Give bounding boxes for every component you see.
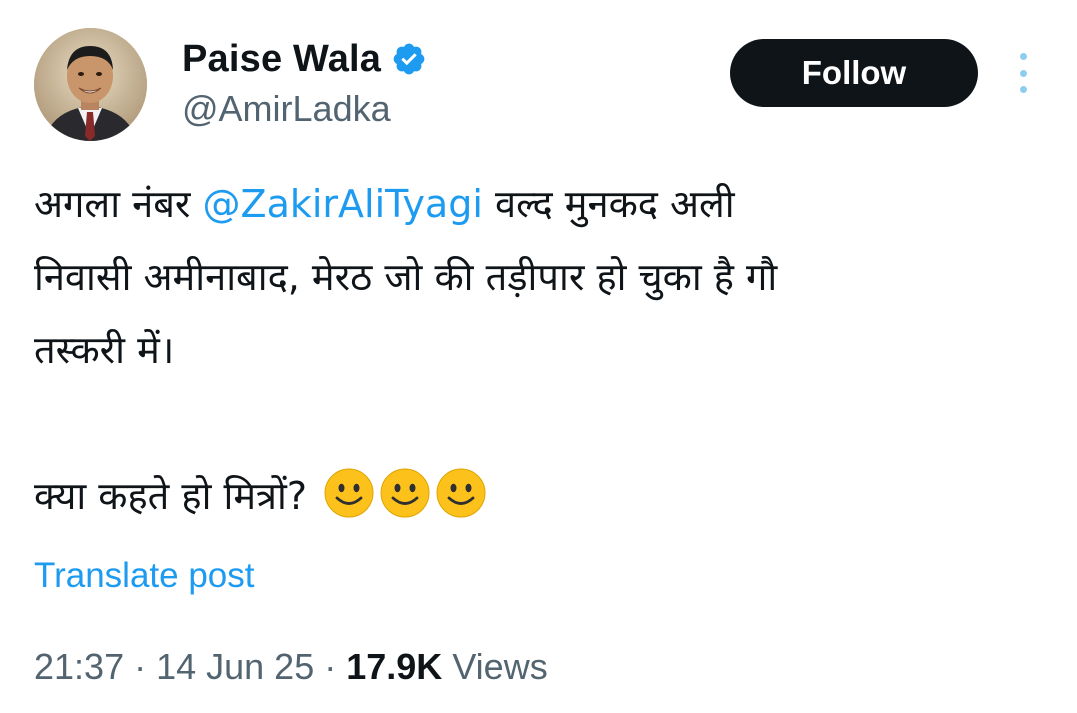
tweet-card: Paise Wala @AmirLadka Follow अगला नंबर @…: [0, 0, 1077, 713]
tweet-line-3: तस्करी में।: [34, 328, 175, 372]
follow-button[interactable]: Follow: [730, 39, 978, 107]
author-avatar[interactable]: [34, 28, 147, 141]
translate-post-link[interactable]: Translate post: [34, 556, 254, 596]
tweet-text-segment: वल्द मुनकद अली: [482, 182, 735, 226]
slightly-smiling-face-emoji-icon: [435, 467, 487, 519]
slightly-smiling-face-emoji-icon: [379, 467, 431, 519]
avatar-photo-icon: [34, 28, 147, 141]
tweet-text: अगला नंबर @ZakirAliTyagi वल्द मुनकद अली …: [34, 168, 1034, 533]
author-info: Paise Wala @AmirLadka: [182, 36, 427, 130]
meta-separator: ·: [314, 646, 347, 687]
post-metadata: 21:37 · 14 Jun 25 · 17.9K Views: [34, 646, 548, 688]
meta-separator: ·: [124, 646, 157, 687]
more-options-icon[interactable]: [1012, 53, 1034, 93]
tweet-text-segment: क्या कहते हो मित्रों?: [34, 474, 308, 518]
mention-link[interactable]: @ZakirAliTyagi: [203, 182, 483, 226]
tweet-line-1: अगला नंबर @ZakirAliTyagi वल्द मुनकद अली: [34, 168, 1034, 241]
name-row: Paise Wala: [182, 36, 427, 82]
post-time[interactable]: 21:37: [34, 646, 124, 687]
author-display-name[interactable]: Paise Wala: [182, 38, 381, 81]
tweet-line-4: क्या कहते हो मित्रों?: [34, 460, 1034, 533]
tweet-text-segment: अगला नंबर: [34, 182, 203, 226]
post-date[interactable]: 14 Jun 25: [156, 646, 314, 687]
verified-badge-icon[interactable]: [391, 41, 427, 77]
tweet-line-2: निवासी अमीनाबाद, मेरठ जो की तड़ीपार हो च…: [34, 255, 778, 299]
views-count[interactable]: 17.9K: [346, 646, 442, 687]
views-label[interactable]: Views: [442, 646, 547, 687]
author-handle[interactable]: @AmirLadka: [182, 88, 427, 130]
slightly-smiling-face-emoji-icon: [323, 467, 375, 519]
